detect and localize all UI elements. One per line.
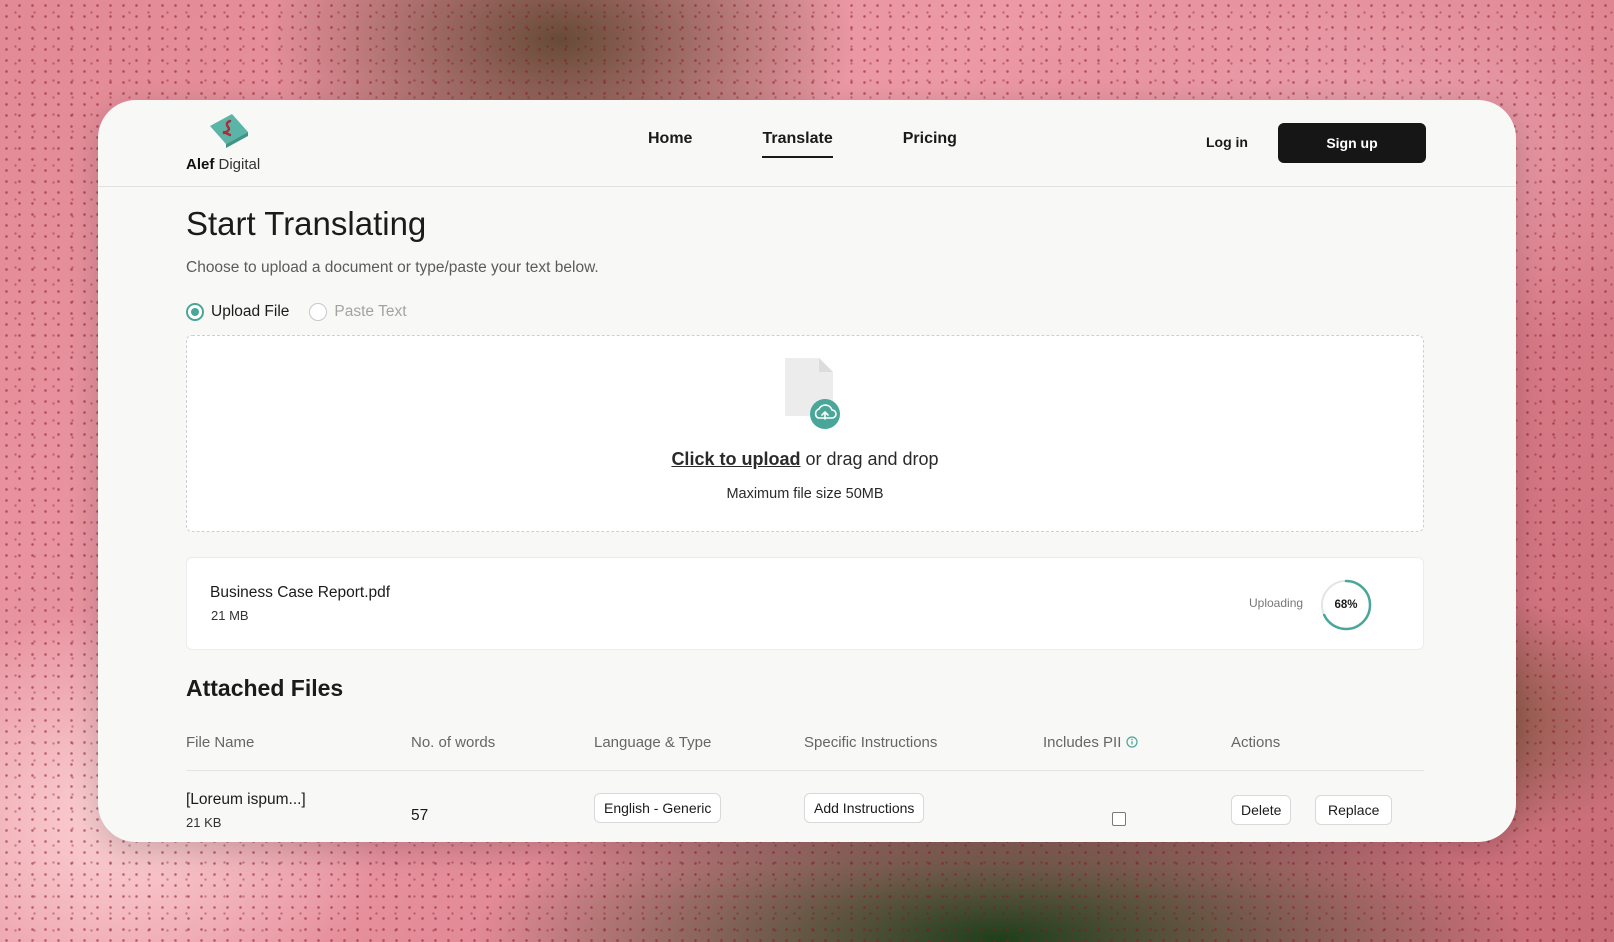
radio-paste-text[interactable]: Paste Text xyxy=(309,303,407,321)
uploading-file-name: Business Case Report.pdf xyxy=(210,584,391,601)
col-includes-pii-label: Includes PII xyxy=(1043,734,1122,751)
file-dropzone[interactable]: Click to upload or drag and drop Maximum… xyxy=(186,335,1424,532)
radio-unchecked-icon xyxy=(309,303,328,321)
input-mode-selector: Upload File Paste Text xyxy=(186,303,407,321)
col-includes-pii: Includes PII xyxy=(1043,734,1138,751)
row-word-count: 57 xyxy=(411,807,429,824)
click-to-upload-link[interactable]: Click to upload xyxy=(671,449,800,469)
add-instructions-button[interactable]: Add Instructions xyxy=(804,793,925,823)
signup-button[interactable]: Sign up xyxy=(1278,123,1426,163)
upload-progress-label: 68% xyxy=(1334,599,1358,611)
uploading-file-card: Business Case Report.pdf 21 MB Uploading… xyxy=(186,557,1424,650)
login-link[interactable]: Log in xyxy=(1206,134,1248,150)
nav-translate[interactable]: Translate xyxy=(762,130,833,158)
row-file-name: [Loreum ispum...] xyxy=(186,791,306,808)
col-word-count: No. of words xyxy=(411,734,496,751)
delete-button[interactable]: Delete xyxy=(1231,795,1292,825)
upload-progress-ring: 68% xyxy=(1320,579,1372,631)
brand-name-light: Digital xyxy=(218,156,261,173)
dropzone-instruction: Click to upload or drag and drop xyxy=(187,449,1423,470)
radio-paste-text-label: Paste Text xyxy=(334,303,407,320)
col-file-name: File Name xyxy=(186,734,255,751)
col-language-type: Language & Type xyxy=(594,734,712,751)
top-navbar: Alef Digital Home Translate Pricing Log … xyxy=(98,100,1516,187)
page-title: Start Translating xyxy=(186,205,427,242)
drag-drop-text: or drag and drop xyxy=(800,449,939,469)
language-type-select[interactable]: English - Generic xyxy=(594,793,722,823)
brand-name: Alef Digital xyxy=(186,156,260,173)
brand-name-bold: Alef xyxy=(186,156,215,173)
col-specific-instructions: Specific Instructions xyxy=(804,734,938,751)
file-upload-icon xyxy=(785,358,840,429)
upload-status: Uploading xyxy=(1249,596,1304,610)
radio-upload-file[interactable]: Upload File xyxy=(186,303,289,321)
alef-logo-icon xyxy=(210,114,248,148)
table-header-divider xyxy=(186,770,1424,771)
nav-pricing[interactable]: Pricing xyxy=(903,130,957,158)
includes-pii-checkbox[interactable] xyxy=(1112,812,1126,826)
nav-home[interactable]: Home xyxy=(648,130,692,158)
attached-files-title: Attached Files xyxy=(186,675,344,701)
row-file-size: 21 KB xyxy=(186,815,222,830)
brand-logo[interactable]: Alef Digital xyxy=(186,112,276,174)
max-file-size-note: Maximum file size 50MB xyxy=(726,486,884,502)
uploading-file-size: 21 MB xyxy=(211,608,249,623)
page-subtitle: Choose to upload a document or type/past… xyxy=(186,259,599,276)
radio-checked-icon xyxy=(186,303,204,321)
radio-upload-file-label: Upload File xyxy=(211,303,290,320)
replace-button[interactable]: Replace xyxy=(1315,795,1393,825)
nav-links: Home Translate Pricing xyxy=(648,130,957,158)
info-icon[interactable] xyxy=(1126,736,1138,748)
col-actions: Actions xyxy=(1231,734,1281,751)
app-window: Alef Digital Home Translate Pricing Log … xyxy=(98,100,1516,842)
